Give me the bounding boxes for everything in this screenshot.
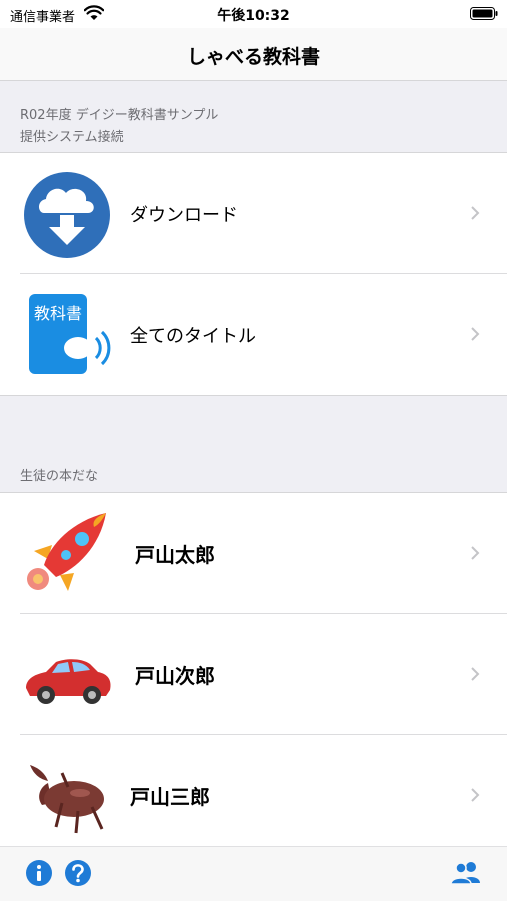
student-cell-taro[interactable]: 戸山太郎 [0, 493, 507, 614]
chevron-right-icon [471, 667, 480, 681]
battery-icon [470, 7, 498, 20]
rocket-icon [22, 507, 112, 595]
question-icon[interactable] [64, 859, 92, 887]
chevron-right-icon [471, 788, 480, 802]
bottom-toolbar [0, 846, 507, 901]
student-name: 戸山三郎 [130, 785, 210, 809]
beetle-icon [22, 753, 112, 841]
student-list: 戸山太郎 戸山次郎 戸山三郎 [0, 492, 507, 854]
student-cell-jiro[interactable]: 戸山次郎 [0, 614, 507, 735]
download-cell[interactable]: ダウンロード [0, 153, 507, 274]
page-title: しゃべる教科書 [186, 46, 320, 68]
all-titles-cell[interactable]: 教科書 全てのタイトル [0, 274, 507, 395]
section-header-system: R02年度 デイジー教科書サンプル 提供システム接続 [0, 80, 507, 152]
status-time: 午後10:32 [217, 8, 290, 24]
cloud-download-icon [22, 171, 112, 259]
chevron-right-icon [471, 327, 480, 341]
red-car-icon [22, 632, 112, 720]
navigation-bar: しゃべる教科書 [0, 28, 507, 81]
student-name: 戸山次郎 [135, 664, 215, 688]
section-header-bookshelf: 生徒の本だな [0, 395, 507, 492]
section-header-line2: 提供システム接続 [20, 130, 124, 145]
chevron-right-icon [471, 546, 480, 560]
users-icon[interactable] [450, 861, 482, 885]
textbook-speaker-icon: 教科書 [22, 292, 112, 380]
chevron-right-icon [471, 206, 480, 220]
info-icon[interactable] [25, 859, 53, 887]
bookshelf-header-label: 生徒の本だな [20, 469, 99, 484]
all-titles-label: 全てのタイトル [130, 326, 256, 347]
download-label: ダウンロード [130, 205, 238, 226]
section-header-line1: R02年度 デイジー教科書サンプル [20, 108, 219, 123]
student-name: 戸山太郎 [135, 543, 215, 567]
system-menu-list: ダウンロード 教科書 全てのタイトル [0, 152, 507, 396]
textbook-icon-text: 教科書 [34, 304, 82, 323]
student-cell-saburo[interactable]: 戸山三郎 [0, 735, 507, 853]
status-bar: 通信事業者 午後10:32 [0, 0, 507, 28]
